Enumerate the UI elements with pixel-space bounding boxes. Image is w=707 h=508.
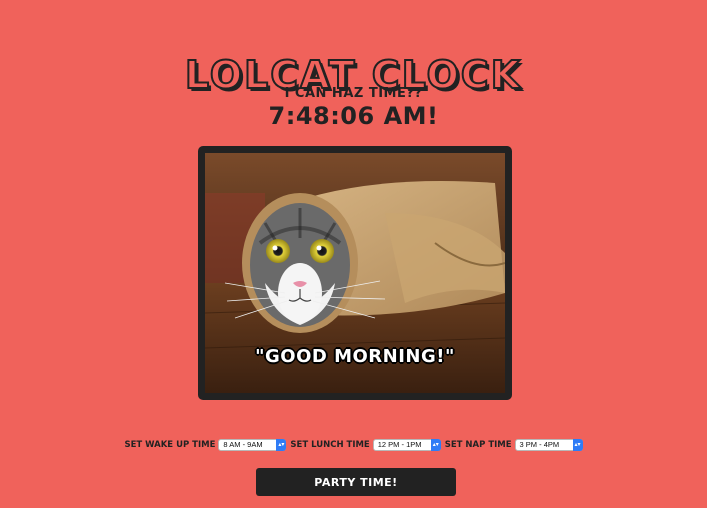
wake-time-value: 8 AM - 9AM <box>223 440 263 449</box>
chevron-up-down-icon: ▴▾ <box>276 439 287 451</box>
wake-time-label: SET WAKE UP TIME <box>124 440 216 450</box>
page-subtitle: I CAN HAZ TIME?? <box>284 86 423 101</box>
time-controls: SET WAKE UP TIME 8 AM - 9AM ▴▾ SET LUNCH… <box>0 439 707 451</box>
lunch-time-select[interactable]: 12 PM - 1PM ▴▾ <box>372 439 441 451</box>
chevron-up-down-icon: ▴▾ <box>572 439 583 451</box>
clock-display: 7:48:06 AM! <box>268 102 439 130</box>
photo-caption: "GOOD MORNING!" <box>255 346 455 367</box>
party-time-button[interactable]: PARTY TIME! <box>256 468 456 496</box>
lolcat-photo: "GOOD MORNING!" <box>205 153 505 393</box>
nap-time-label: SET NAP TIME <box>444 440 512 450</box>
lunch-time-control: SET LUNCH TIME 12 PM - 1PM ▴▾ <box>290 439 441 451</box>
chevron-up-down-icon: ▴▾ <box>430 439 441 451</box>
lunch-time-label: SET LUNCH TIME <box>290 440 370 450</box>
nap-time-select[interactable]: 3 PM - 4PM ▴▾ <box>514 439 583 451</box>
wake-time-select[interactable]: 8 AM - 9AM ▴▾ <box>218 439 287 451</box>
wake-time-control: SET WAKE UP TIME 8 AM - 9AM ▴▾ <box>124 439 287 451</box>
lunch-time-value: 12 PM - 1PM <box>377 440 422 449</box>
nap-time-control: SET NAP TIME 3 PM - 4PM ▴▾ <box>445 439 583 451</box>
lolcat-photo-frame: "GOOD MORNING!" <box>198 146 512 400</box>
nap-time-value: 3 PM - 4PM <box>519 440 560 449</box>
